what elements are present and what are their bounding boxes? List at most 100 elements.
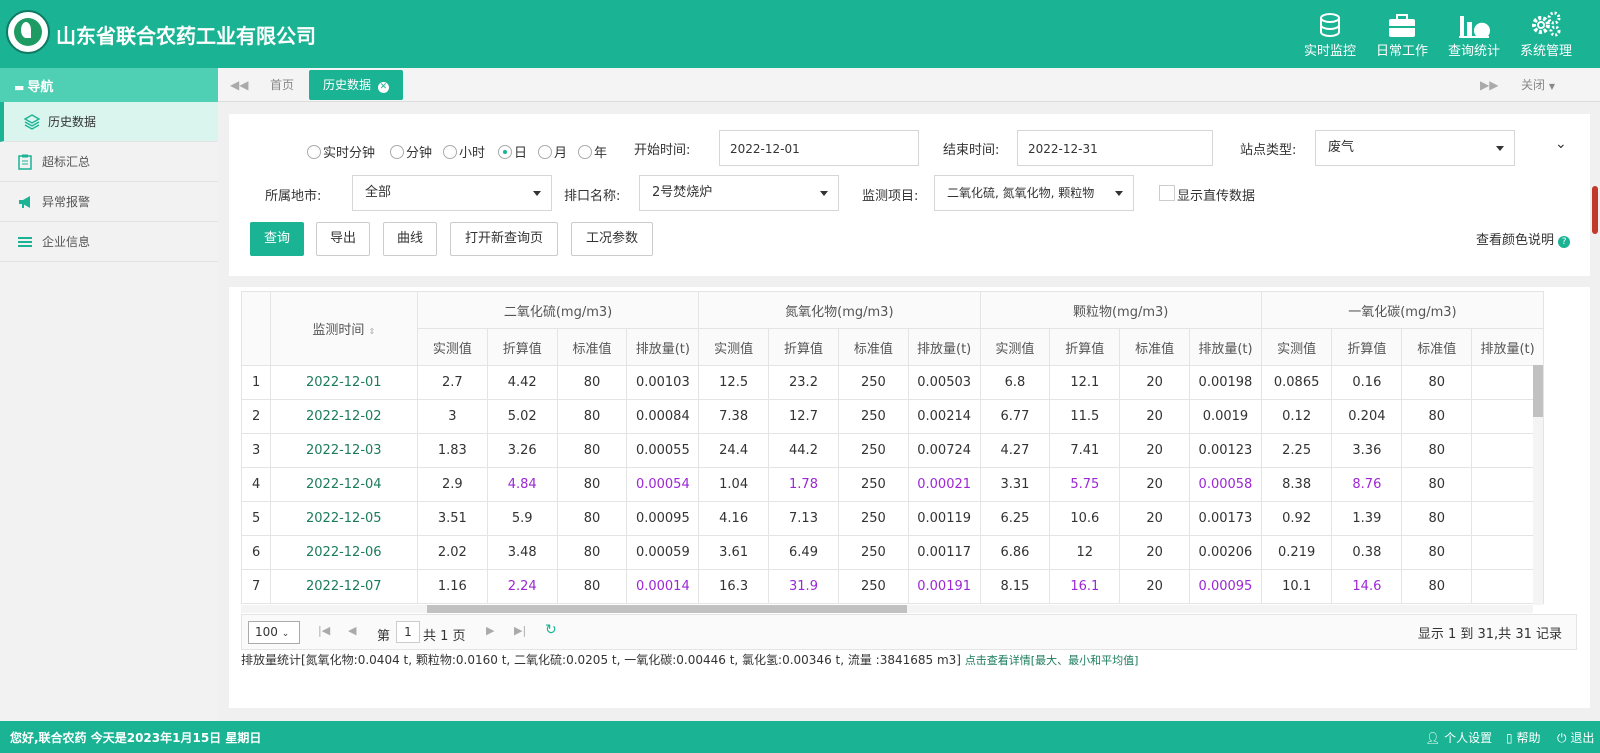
radio-hour[interactable]: 小时 — [443, 142, 485, 161]
table-cell: 80 — [556, 433, 628, 468]
sub-header: 实测值 — [416, 328, 488, 366]
row-date: 2022-12-07 — [269, 569, 418, 604]
table-cell: 80 — [1401, 365, 1473, 400]
horizontal-scrollbar[interactable] — [241, 605, 1533, 613]
scrollbar-thumb[interactable] — [1533, 365, 1543, 417]
sidebar-item-alarm[interactable]: 异常报警 — [0, 182, 218, 222]
site-type-select[interactable]: 废气 — [1315, 130, 1515, 166]
table-cell: 7.41 — [1049, 433, 1121, 468]
work-params-button[interactable]: 工况参数 — [571, 222, 653, 256]
top-nav-query[interactable]: 查询统计 — [1438, 0, 1510, 68]
last-page-icon[interactable]: ▶| — [514, 624, 526, 637]
table-cell: 23.2 — [768, 365, 839, 400]
vertical-scrollbar[interactable] — [1533, 365, 1543, 605]
start-time-input[interactable]: 2022-12-01 — [719, 130, 919, 166]
tab-history[interactable]: 历史数据 ✕ — [309, 70, 403, 100]
next-page-icon[interactable]: ▶ — [486, 624, 494, 637]
collapse-chevron-icon[interactable]: ⌄ — [1555, 136, 1567, 152]
outlet-select[interactable]: 2号焚烧炉 — [639, 175, 839, 211]
page-size-select[interactable]: 100 ⌄ — [248, 621, 300, 644]
personal-settings-link[interactable]: 👤︎ 个人设置 — [1425, 729, 1492, 746]
monitor-item-select[interactable]: 二氧化硫, 氮氧化物, 颗粒物 — [934, 175, 1134, 211]
row-date: 2022-12-04 — [269, 467, 418, 502]
tab-scroll-right-icon[interactable]: ▶▶ — [1480, 70, 1498, 100]
group-header: 二氧化硫(mg/m3) — [416, 291, 700, 329]
help-label: 帮助 — [1516, 731, 1541, 745]
refresh-icon[interactable]: ↻ — [545, 622, 557, 638]
start-time-label: 开始时间: — [634, 143, 691, 158]
close-icon[interactable]: ✕ — [377, 82, 389, 93]
radio-dot — [390, 144, 404, 159]
table-row[interactable]: 7 2022-12-07 1.16 2.24 80 0.00014 16.3 31.9 250 0… — [241, 569, 1544, 604]
company-name: 山东省联合农药工业有限公司 — [56, 24, 316, 48]
scrollbar-thumb[interactable] — [427, 605, 907, 613]
row-index: 4 — [241, 467, 271, 502]
first-page-icon[interactable]: |◀ — [318, 624, 330, 637]
table-cell: 0.00503 — [907, 365, 981, 400]
curve-button[interactable]: 曲线 — [383, 222, 437, 256]
radio-year[interactable]: 年 — [578, 142, 607, 161]
tab-close-menu[interactable]: 关闭 ▼ — [1521, 70, 1555, 100]
page-prefix: 第 — [377, 629, 391, 644]
table-cell: 12.7 — [768, 399, 839, 434]
sidebar-item-exceed[interactable]: 超标汇总 — [0, 142, 218, 182]
table-cell: 7.38 — [698, 399, 770, 434]
table-cell: 0.00084 — [626, 399, 700, 434]
end-time-input[interactable]: 2022-12-31 — [1017, 130, 1213, 166]
direct-data-checkbox[interactable] — [1159, 185, 1175, 201]
table-row[interactable]: 3 2022-12-03 1.83 3.26 80 0.00055 24.4 44.2 250 0… — [241, 433, 1544, 468]
emission-stats: 排放量统计[氮氧化物:0.0404 t, 颗粒物:0.0160 t, 二氧化硫:… — [241, 651, 1138, 668]
table-row[interactable]: 1 2022-12-01 2.7 4.42 80 0.00103 12.5 23.2 250 0.… — [241, 365, 1544, 400]
table-cell: 4.16 — [698, 501, 770, 536]
table-row[interactable]: 5 2022-12-05 3.51 5.9 80 0.00095 4.16 7.13 250 0.… — [241, 501, 1544, 536]
table-cell: 3.26 — [486, 433, 558, 468]
radio-dot — [498, 144, 512, 159]
sub-header: 折算值 — [486, 328, 558, 366]
table-cell: 4.84 — [486, 467, 558, 502]
stats-detail-link[interactable]: 点击查看详情[最大、最小和平均值] — [965, 654, 1139, 667]
export-button[interactable]: 导出 — [316, 222, 370, 256]
radio-label: 实时分钟 — [323, 146, 376, 161]
table-cell: 0.00214 — [907, 399, 981, 434]
radio-minute[interactable]: 分钟 — [390, 142, 432, 161]
open-new-query-button[interactable]: 打开新查询页 — [450, 222, 558, 256]
radio-month[interactable]: 月 — [538, 142, 567, 161]
top-nav-realtime[interactable]: 实时监控 — [1294, 0, 1366, 68]
radio-day[interactable]: 日 — [498, 142, 527, 161]
table-cell: 250 — [837, 365, 909, 400]
table-cell: 20 — [1119, 467, 1191, 502]
table-cell: 20 — [1119, 399, 1191, 434]
top-nav-daily[interactable]: 日常工作 — [1366, 0, 1438, 68]
table-cell: 80 — [1401, 535, 1473, 570]
table-row[interactable]: 4 2022-12-04 2.9 4.84 80 0.00054 1.04 1.78 250 0.… — [241, 467, 1544, 502]
list-icon — [18, 236, 36, 248]
table-cell: 3.48 — [486, 535, 558, 570]
sidebar: ▬ 导航 历史数据 超标汇总 异常报警 企业信息 — [0, 68, 218, 721]
table-cell: 8.76 — [1331, 467, 1403, 502]
city-select[interactable]: 全部 — [352, 175, 552, 211]
time-header[interactable]: 监测时间 ⇕ — [269, 291, 418, 366]
logout-link[interactable]: ⏻ 退出 — [1557, 729, 1594, 746]
table-cell: 4.42 — [486, 365, 558, 400]
prev-page-icon[interactable]: ◀ — [348, 624, 356, 637]
radio-realtime-minute[interactable]: 实时分钟 — [307, 142, 375, 161]
sidebar-header: ▬ 导航 — [0, 68, 218, 102]
top-nav-system[interactable]: 系统管理 — [1510, 0, 1582, 68]
table-cell: 20 — [1119, 569, 1191, 604]
help-link[interactable]: ▯ 帮助 — [1506, 729, 1540, 746]
table-cell: 20 — [1119, 365, 1191, 400]
page-scrollbar-thumb[interactable] — [1592, 186, 1598, 234]
caret-down-icon — [1115, 191, 1123, 196]
query-button[interactable]: 查询 — [250, 222, 304, 256]
color-help-link[interactable]: 查看颜色说明 ? — [1476, 229, 1571, 248]
table-viewport: 监测时间 ⇕ 二氧化硫(mg/m3) 氮氧化物(mg/m3) 颗粒物(mg/m3… — [229, 287, 1544, 605]
table-row[interactable]: 2 2022-12-02 3 5.02 80 0.00084 7.38 12.7 250 0.00… — [241, 399, 1544, 434]
tab-scroll-left-icon[interactable]: ◀◀ — [230, 70, 248, 100]
tab-home[interactable]: 首页 — [270, 70, 294, 100]
page-number-input[interactable]: 1 — [396, 621, 420, 643]
briefcase-icon — [1366, 0, 1438, 38]
clipboard-icon — [18, 154, 36, 170]
sidebar-item-company[interactable]: 企业信息 — [0, 222, 218, 262]
table-row[interactable]: 6 2022-12-06 2.02 3.48 80 0.00059 3.61 6.49 250 0… — [241, 535, 1544, 570]
sidebar-item-history[interactable]: 历史数据 — [0, 102, 218, 142]
